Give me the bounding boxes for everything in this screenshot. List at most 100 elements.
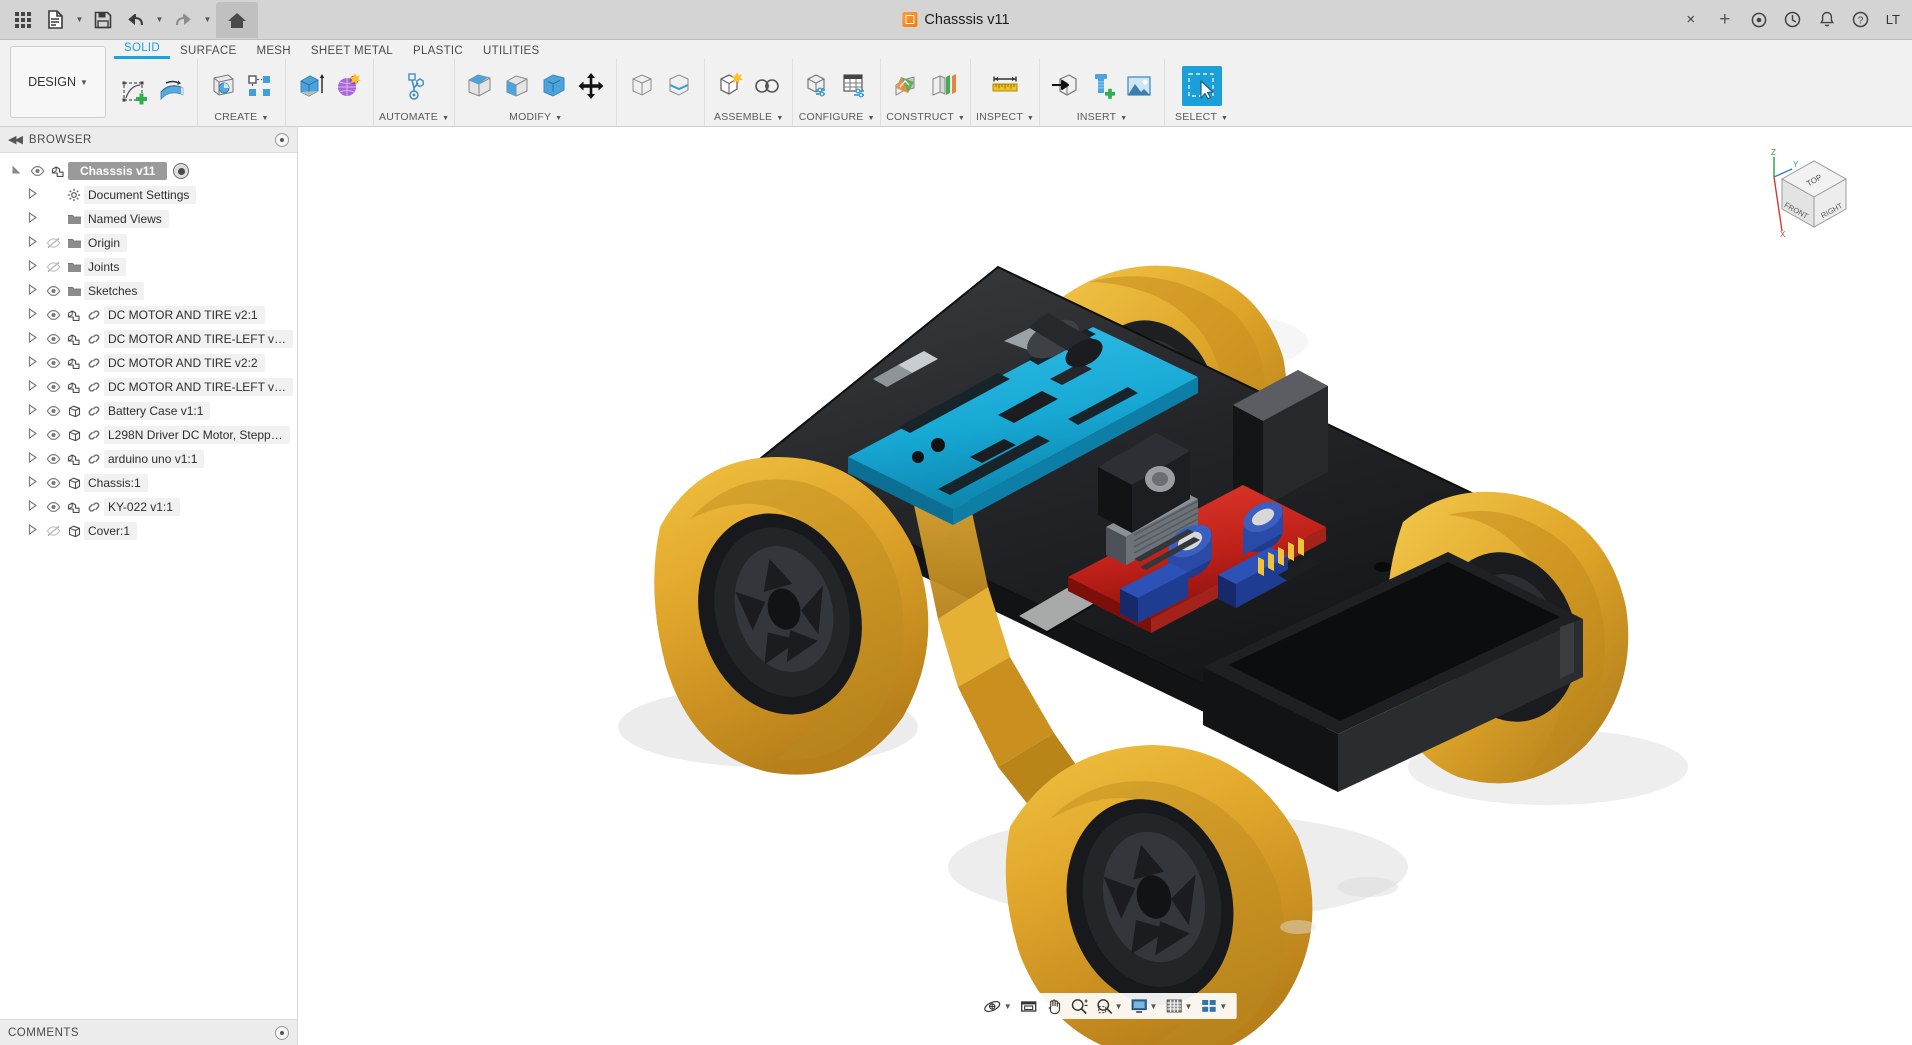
canvas-3d-viewport[interactable]: TOP FRONT RIGHT Z Y X ▼▼▼▼▼ [298,127,1912,1045]
expand-arrow-closed-icon[interactable] [22,428,42,442]
tab-plastic[interactable]: PLASTIC [403,45,473,59]
tree-item[interactable]: Joints [0,255,297,279]
visibility-visible-icon[interactable] [42,357,64,369]
app-grid-icon[interactable] [8,5,38,35]
ribbon-group-label-select[interactable]: SELECT ▼ [1175,111,1228,126]
draft-icon[interactable] [625,69,659,103]
close-tab-button[interactable]: × [1676,5,1706,35]
viewports-icon[interactable]: ▼ [1197,996,1230,1016]
add-tab-button[interactable]: + [1710,5,1740,35]
expand-arrow-closed-icon[interactable] [22,212,42,226]
form-icon[interactable] [331,69,365,103]
visibility-visible-icon[interactable] [26,165,48,177]
visibility-hidden-icon[interactable] [42,237,64,249]
create-sketch-icon[interactable] [118,76,152,110]
grid-snap-icon[interactable]: ▼ [1162,996,1195,1016]
help-icon[interactable]: ? [1846,5,1876,35]
tree-item[interactable]: Cover:1 [0,519,297,543]
comments-options-icon[interactable] [275,1026,289,1040]
insert-mcmaster-icon[interactable] [1085,69,1119,103]
visibility-visible-icon[interactable] [42,405,64,417]
tree-item[interactable]: L298N Driver DC Motor, Stepp… [0,423,297,447]
ribbon-group-label-create[interactable]: CREATE ▼ [214,111,268,126]
tree-item[interactable]: Chassis:1 [0,471,297,495]
expand-arrow-closed-icon[interactable] [22,260,42,274]
expand-arrow-closed-icon[interactable] [22,524,42,538]
new-document-dropdown[interactable]: ▼ [72,5,86,35]
pan-icon[interactable] [1043,996,1066,1017]
expand-arrow-open-icon[interactable] [6,164,26,178]
ribbon-group-label-assemble[interactable]: ASSEMBLE ▼ [714,111,783,126]
tab-sheet-metal[interactable]: SHEET METAL [301,45,403,59]
bell-icon[interactable] [1812,5,1842,35]
workspace-switcher[interactable]: DESIGN▼ [10,46,106,118]
measure-icon[interactable] [988,69,1022,103]
joint-icon[interactable] [750,69,784,103]
view-cube[interactable]: TOP FRONT RIGHT Z Y X [1768,147,1860,239]
tree-item[interactable]: DC MOTOR AND TIRE v2:2 [0,351,297,375]
ribbon-group-label-configure[interactable]: CONFIGURE ▼ [799,111,875,126]
panel-options-icon[interactable] [275,133,289,147]
redo-dropdown[interactable]: ▼ [200,5,214,35]
mesh-extrude-icon[interactable] [294,69,328,103]
display-settings-icon[interactable]: ▼ [1128,996,1161,1016]
tab-mesh[interactable]: MESH [246,45,300,59]
ribbon-group-label-automate[interactable]: AUTOMATE ▼ [379,111,449,126]
home-icon[interactable] [216,2,258,38]
tab-solid[interactable]: SOLID [114,42,170,59]
insert-canvas-icon[interactable] [1122,69,1156,103]
zoom-window-icon[interactable]: ▼ [1093,996,1126,1017]
tree-item[interactable]: Named Views [0,207,297,231]
midplane-icon[interactable] [927,69,961,103]
expand-arrow-closed-icon[interactable] [22,500,42,514]
ribbon-group-label-modify[interactable]: MODIFY ▼ [509,111,562,126]
expand-arrow-closed-icon[interactable] [22,188,42,202]
new-document-icon[interactable] [40,5,70,35]
visibility-visible-icon[interactable] [42,333,64,345]
tree-item[interactable]: Sketches [0,279,297,303]
expand-arrow-closed-icon[interactable] [22,452,42,466]
ribbon-group-label-insert[interactable]: INSERT ▼ [1077,111,1128,126]
expand-arrow-closed-icon[interactable] [22,308,42,322]
visibility-visible-icon[interactable] [42,453,64,465]
visibility-visible-icon[interactable] [42,477,64,489]
orbit-icon[interactable]: ▼ [980,996,1015,1017]
expand-arrow-closed-icon[interactable] [22,236,42,250]
tree-item[interactable]: arduino uno v1:1 [0,447,297,471]
visibility-visible-icon[interactable] [42,381,64,393]
shell-icon[interactable] [537,69,571,103]
job-status-icon[interactable] [1778,5,1808,35]
configure-component-icon[interactable] [801,69,835,103]
extrude-icon[interactable] [155,76,189,110]
collapse-panel-icon[interactable]: ◀◀ [8,133,21,146]
expand-arrow-closed-icon[interactable] [22,332,42,346]
tree-item[interactable]: Document Settings [0,183,297,207]
account-avatar[interactable]: LT [1880,12,1906,27]
redo-icon[interactable] [168,5,198,35]
undo-dropdown[interactable]: ▼ [152,5,166,35]
tree-item[interactable]: Battery Case v1:1 [0,399,297,423]
save-icon[interactable] [88,5,118,35]
tree-root-item[interactable]: Chasssis v11 [0,159,297,183]
fillet-icon[interactable] [500,69,534,103]
visibility-hidden-icon[interactable] [42,525,64,537]
tree-item[interactable]: KY-022 v1:1 [0,495,297,519]
active-component-radio[interactable] [173,163,189,179]
tree-item[interactable]: DC MOTOR AND TIRE-LEFT v… [0,375,297,399]
automate-joint-icon[interactable] [397,69,431,103]
configure-table-icon[interactable] [838,69,872,103]
new-component-icon[interactable] [713,69,747,103]
expand-arrow-closed-icon[interactable] [22,380,42,394]
split-face-icon[interactable] [662,69,696,103]
visibility-hidden-icon[interactable] [42,261,64,273]
visibility-visible-icon[interactable] [42,501,64,513]
move-copy-icon[interactable] [574,69,608,103]
tab-utilities[interactable]: UTILITIES [473,45,549,59]
tree-item[interactable]: DC MOTOR AND TIRE v2:1 [0,303,297,327]
tree-item[interactable]: Origin [0,231,297,255]
select-window-icon[interactable] [1182,66,1222,106]
look-at-icon[interactable] [1017,996,1041,1016]
visibility-visible-icon[interactable] [42,285,64,297]
revolve-icon[interactable] [206,69,240,103]
expand-arrow-closed-icon[interactable] [22,404,42,418]
